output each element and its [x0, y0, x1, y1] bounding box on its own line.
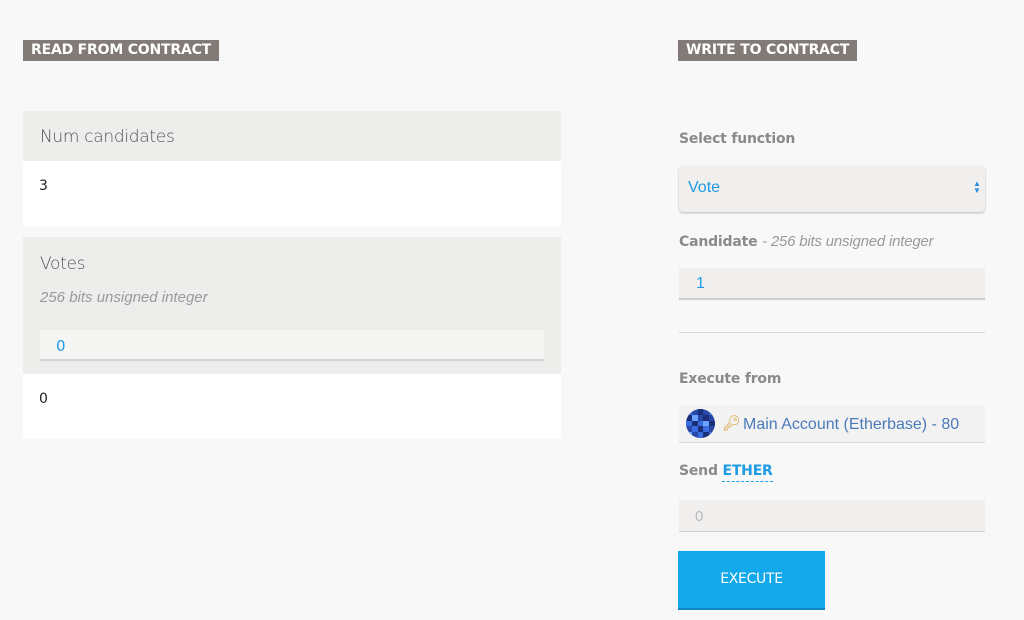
read-item-name: Num candidates	[40, 127, 175, 147]
write-section-title: WRITE TO CONTRACT	[678, 40, 858, 61]
execute-button[interactable]: EXECUTE	[678, 551, 825, 608]
read-item-header: Votes 256 bits unsigned integer 0	[23, 237, 561, 374]
account-select[interactable]: 🔑︎ Main Account (Etherbase) - 80	[679, 405, 985, 443]
select-arrows-icon: ▲ ▼	[973, 179, 981, 195]
votes-index-input[interactable]: 0	[40, 330, 544, 361]
account-name: Main Account (Etherbase) - 80	[743, 416, 960, 433]
read-item-value: 3	[23, 161, 561, 226]
execute-from-label: Execute from	[679, 371, 782, 387]
read-item-num-candidates: Num candidates 3	[23, 111, 561, 226]
ether-amount-input[interactable]: 0	[679, 500, 985, 532]
ether-unit-link[interactable]: ETHER	[722, 463, 773, 482]
read-item-name: Votes	[40, 254, 86, 274]
param-name: Candidate	[679, 234, 758, 250]
read-item-type-hint: 256 bits unsigned integer	[40, 289, 208, 306]
send-text: Send	[679, 463, 718, 479]
identicon-avatar	[686, 409, 715, 438]
key-icon: 🔑︎	[722, 415, 742, 432]
read-item-header: Num candidates	[23, 111, 561, 161]
read-item-value: 0	[23, 374, 561, 439]
read-item-votes: Votes 256 bits unsigned integer 0 0	[23, 237, 561, 439]
read-section-title: READ FROM CONTRACT	[23, 40, 220, 61]
candidate-input[interactable]: 1	[679, 268, 985, 300]
param-type: - 256 bits unsigned integer	[762, 233, 934, 250]
function-select-value: Vote	[688, 179, 721, 196]
function-select[interactable]: Vote ▲ ▼	[679, 166, 985, 212]
send-label: Send ETHER	[679, 463, 773, 482]
select-function-label: Select function	[679, 131, 796, 147]
divider	[679, 332, 985, 333]
candidate-label: Candidate - 256 bits unsigned integer	[679, 233, 934, 250]
